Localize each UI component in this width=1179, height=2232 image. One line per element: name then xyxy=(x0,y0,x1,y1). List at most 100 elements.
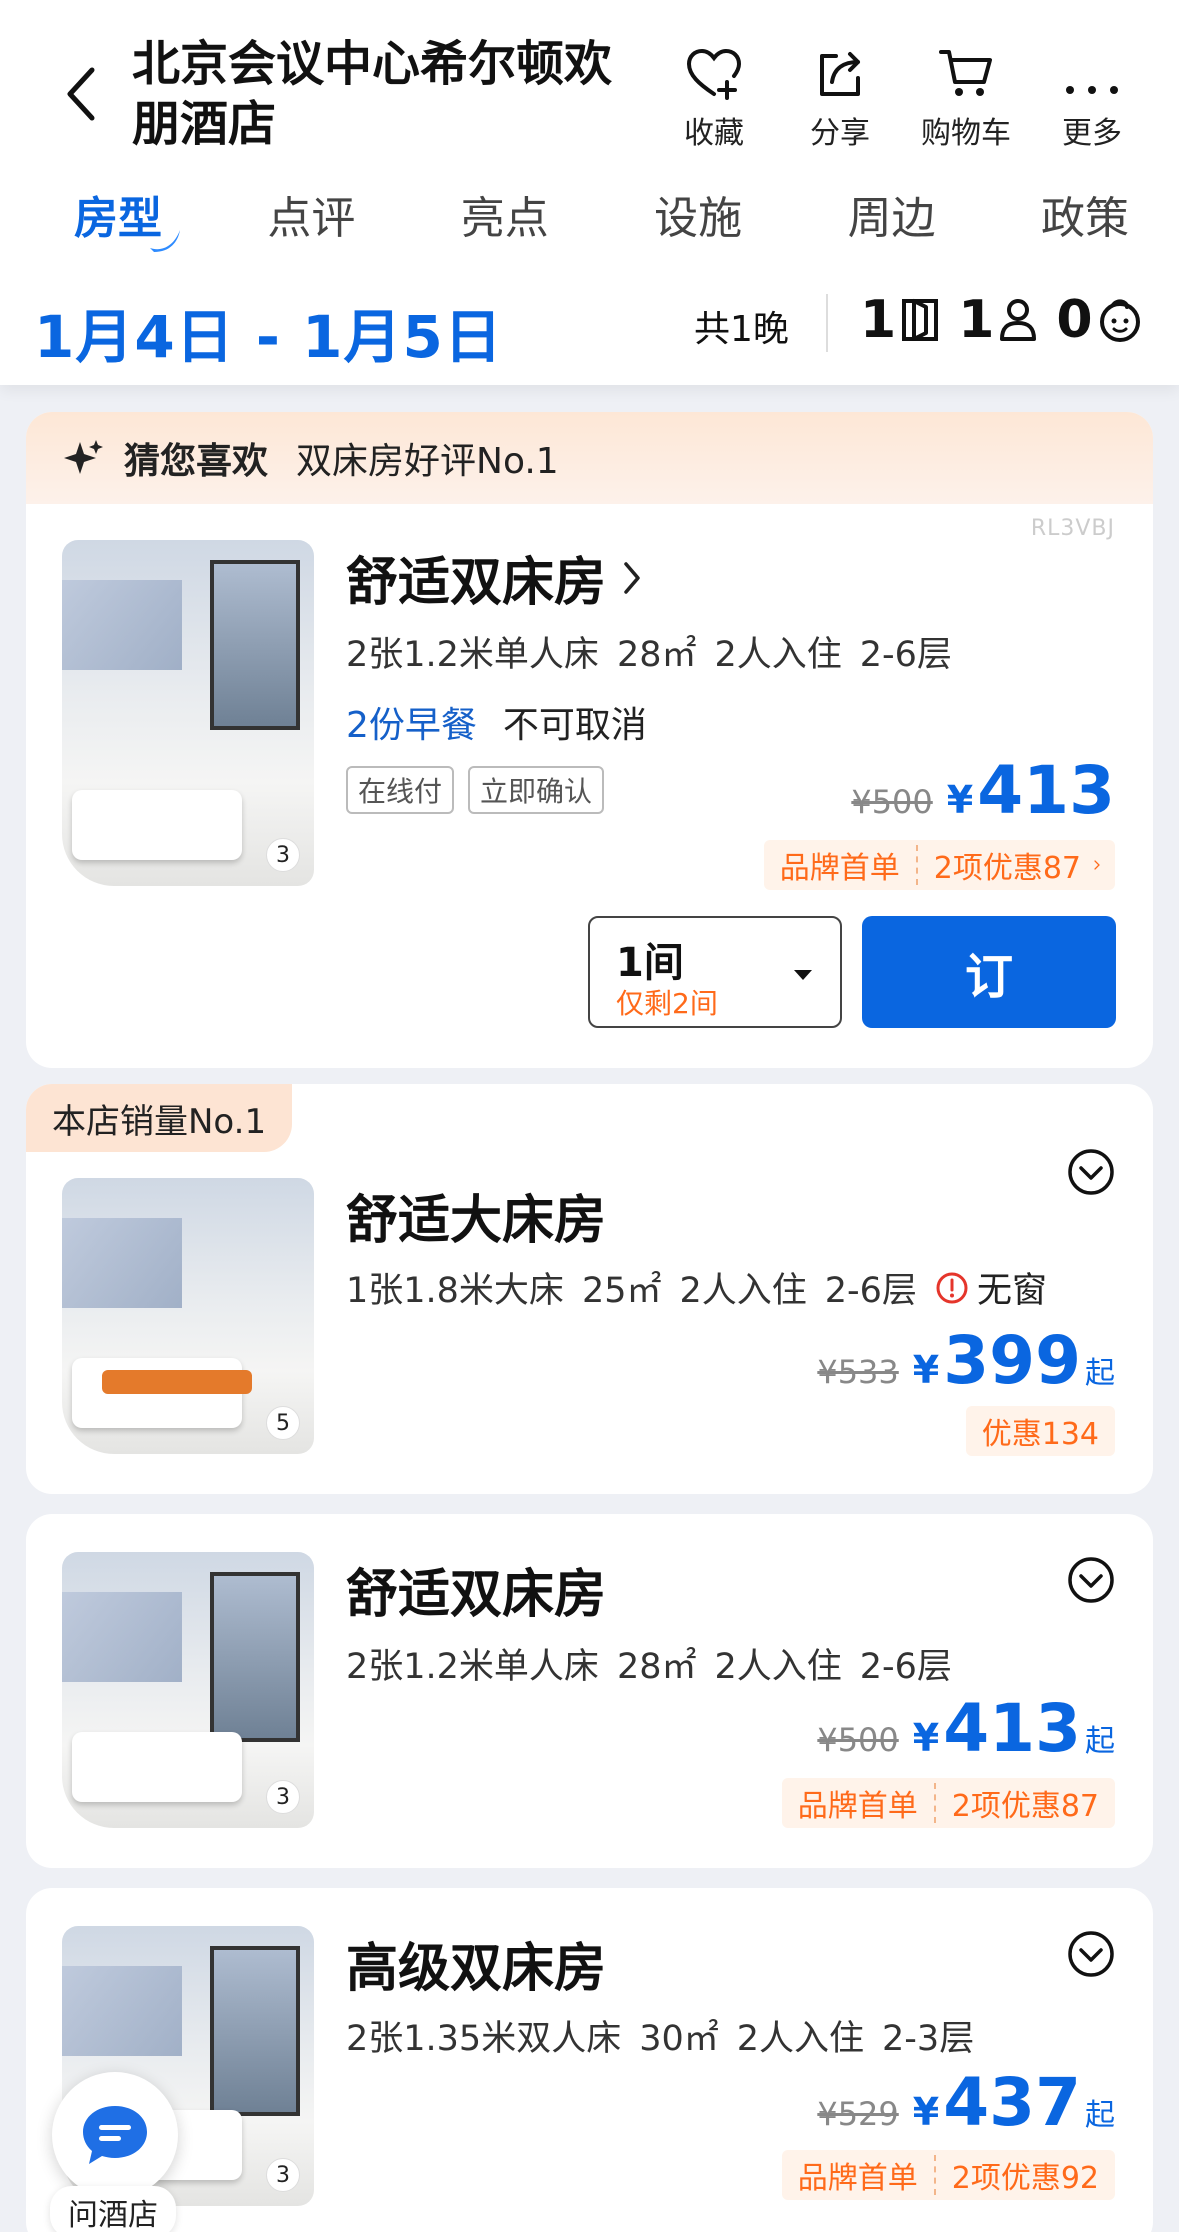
header-actions: 收藏 分享 购物车 更多 xyxy=(651,40,1155,152)
photo-count: 3 xyxy=(266,1780,300,1814)
expand-icon[interactable] xyxy=(1067,1930,1115,1978)
share-button[interactable]: 分享 xyxy=(777,40,903,152)
window-warning: 无窗 xyxy=(935,1262,1065,1313)
cart-label: 购物车 xyxy=(921,116,1011,151)
expand-icon[interactable] xyxy=(1067,1556,1115,1604)
ask-hotel-label[interactable]: 问酒店 xyxy=(50,2186,176,2232)
tab-policies[interactable]: 政策 xyxy=(1041,180,1129,258)
tag-instant-confirm: 立即确认 xyxy=(468,766,605,814)
date-bar: 1月4日 - 1月5日 共1晚 1 1 0 xyxy=(0,280,1179,371)
promo-tag[interactable]: 品牌首单 2项优惠92 xyxy=(781,2150,1115,2200)
recommend-reason: 双床房好评No.1 xyxy=(296,441,559,482)
tab-bar: 房型 点评 亮点 设施 周边 政策 xyxy=(0,180,1179,258)
book-button[interactable]: 订 xyxy=(862,916,1116,1028)
room-photo[interactable]: 5 xyxy=(62,1178,314,1454)
room-quantity-select[interactable]: 1间 仅剩2间 xyxy=(588,916,842,1028)
divider xyxy=(826,294,828,352)
more-icon xyxy=(1066,86,1118,94)
promo-discount: 2项优惠87 xyxy=(933,851,1081,886)
recommended-room-card[interactable]: 猜您喜欢 双床房好评No.1 RL3VBJ 3 舒适双床房 2张1.2米单人床 … xyxy=(26,412,1153,1068)
current-price: 437 xyxy=(943,2064,1081,2141)
chevron-right-icon xyxy=(624,561,640,594)
favorite-label: 收藏 xyxy=(684,116,744,151)
sparkle-icon xyxy=(64,440,103,474)
photo-count: 3 xyxy=(266,838,300,872)
current-price: 413 xyxy=(943,1690,1081,1767)
child-icon xyxy=(1099,299,1140,342)
guest-selector[interactable]: 1 1 0 xyxy=(860,290,1161,350)
nights-count: 共1晚 xyxy=(694,309,789,350)
rooms-left: 仅剩2间 xyxy=(616,987,718,1020)
price: ¥500 ¥ 413 xyxy=(851,752,1115,829)
tab-highlights[interactable]: 亮点 xyxy=(461,180,549,258)
room-card[interactable]: 3 舒适双床房 2张1.2米单人床 28㎡ 2人入住 2-6层 ¥500 ¥ 4… xyxy=(26,1514,1153,1868)
meal-policy: 2份早餐 不可取消 xyxy=(346,696,647,748)
chat-bubble-icon xyxy=(83,2106,147,2164)
promo-discount: 2项优惠92 xyxy=(951,2161,1099,2196)
tag-online-pay: 在线付 xyxy=(346,766,455,814)
promo-tag[interactable]: 优惠134 xyxy=(965,1406,1115,1456)
caret-down-icon xyxy=(794,970,812,980)
heart-plus-icon xyxy=(686,48,742,100)
room-name[interactable]: 高级双床房 xyxy=(346,1926,606,2001)
adult-count: 1 xyxy=(958,290,1038,350)
price: ¥500 ¥ 413 起 xyxy=(817,1690,1115,1767)
promo-tag[interactable]: 品牌首单 2项优惠87 xyxy=(781,1778,1115,1828)
promo-discount: 优惠134 xyxy=(981,1417,1099,1452)
share-label: 分享 xyxy=(810,116,870,151)
cancel-policy: 不可取消 xyxy=(502,705,647,746)
chevron-left-icon xyxy=(67,67,95,121)
back-button[interactable] xyxy=(56,62,106,126)
recommend-header: 猜您喜欢 双床房好评No.1 xyxy=(26,412,1153,504)
more-button[interactable]: 更多 xyxy=(1029,40,1155,152)
active-tab-indicator xyxy=(150,230,180,252)
room-card[interactable]: 3 高级双床房 2张1.35米双人床 30㎡ 2人入住 2-3层 ¥529 ¥ … xyxy=(26,1888,1153,2232)
breakfast: 2份早餐 xyxy=(346,705,477,746)
tab-reviews[interactable]: 点评 xyxy=(267,180,355,258)
room-tags: 在线付 立即确认 xyxy=(346,766,618,814)
sales-badge: 本店销量No.1 xyxy=(26,1084,293,1152)
original-price: ¥529 xyxy=(817,2095,899,2133)
door-icon xyxy=(902,299,939,341)
share-icon xyxy=(820,52,860,96)
room-code: RL3VBJ xyxy=(1030,516,1115,541)
tab-room-types[interactable]: 房型 xyxy=(74,180,180,258)
room-photo[interactable]: 3 xyxy=(62,540,314,886)
original-price: ¥500 xyxy=(817,1721,899,1759)
tab-nearby[interactable]: 周边 xyxy=(848,180,936,258)
photo-count: 5 xyxy=(266,1406,300,1440)
expand-icon[interactable] xyxy=(1067,1148,1115,1196)
room-name[interactable]: 舒适双床房 xyxy=(346,1552,606,1627)
room-name[interactable]: 舒适大床房 xyxy=(346,1178,606,1253)
current-price: 399 xyxy=(943,1322,1081,1399)
price: ¥533 ¥ 399 起 xyxy=(817,1322,1115,1399)
promo-brand: 品牌首单 xyxy=(797,2161,918,2196)
room-card[interactable]: 本店销量No.1 5 舒适大床房 1张1.8米大床 25㎡ 2人入住 2-6层 … xyxy=(26,1084,1153,1494)
more-label: 更多 xyxy=(1062,116,1122,151)
promo-brand: 品牌首单 xyxy=(779,851,900,886)
photo-count: 3 xyxy=(266,2158,300,2192)
promo-tag[interactable]: 品牌首单 2项优惠87 xyxy=(763,840,1115,890)
original-price: ¥533 xyxy=(817,1353,899,1391)
room-count: 1 xyxy=(860,290,940,350)
recommend-label: 猜您喜欢 xyxy=(124,441,269,482)
price: ¥529 ¥ 437 起 xyxy=(817,2064,1115,2141)
room-info: 2张1.35米双人床 30㎡ 2人入住 2-3层 xyxy=(346,2019,975,2059)
room-photo[interactable]: 3 xyxy=(62,1552,314,1828)
cart-button[interactable]: 购物车 xyxy=(903,40,1029,152)
promo-discount: 2项优惠87 xyxy=(951,1789,1099,1824)
cart-icon xyxy=(939,50,992,96)
favorite-button[interactable]: 收藏 xyxy=(651,40,777,152)
tab-facilities[interactable]: 设施 xyxy=(654,180,742,258)
room-info: 2张1.2米单人床 28㎡ 2人入住 2-6层 xyxy=(346,1647,952,1687)
room-name[interactable]: 舒适双床房 xyxy=(346,540,642,615)
date-range[interactable]: 1月4日 - 1月5日 xyxy=(34,290,503,374)
promo-brand: 品牌首单 xyxy=(797,1789,918,1824)
ask-hotel-button[interactable] xyxy=(52,2072,178,2198)
current-price: 413 xyxy=(977,752,1115,829)
chevron-right-icon xyxy=(1094,860,1100,870)
room-info: 1张1.8米大床 25㎡ 2人入住 2-6层 无窗 xyxy=(346,1262,1083,1313)
original-price: ¥500 xyxy=(851,783,933,821)
top-bar: 北京会议中心希尔顿欢朋酒店 收藏 分享 购物车 更多 房型 点评 亮点 设施 周… xyxy=(0,0,1179,385)
hotel-title: 北京会议中心希尔顿欢朋酒店 xyxy=(132,36,613,152)
